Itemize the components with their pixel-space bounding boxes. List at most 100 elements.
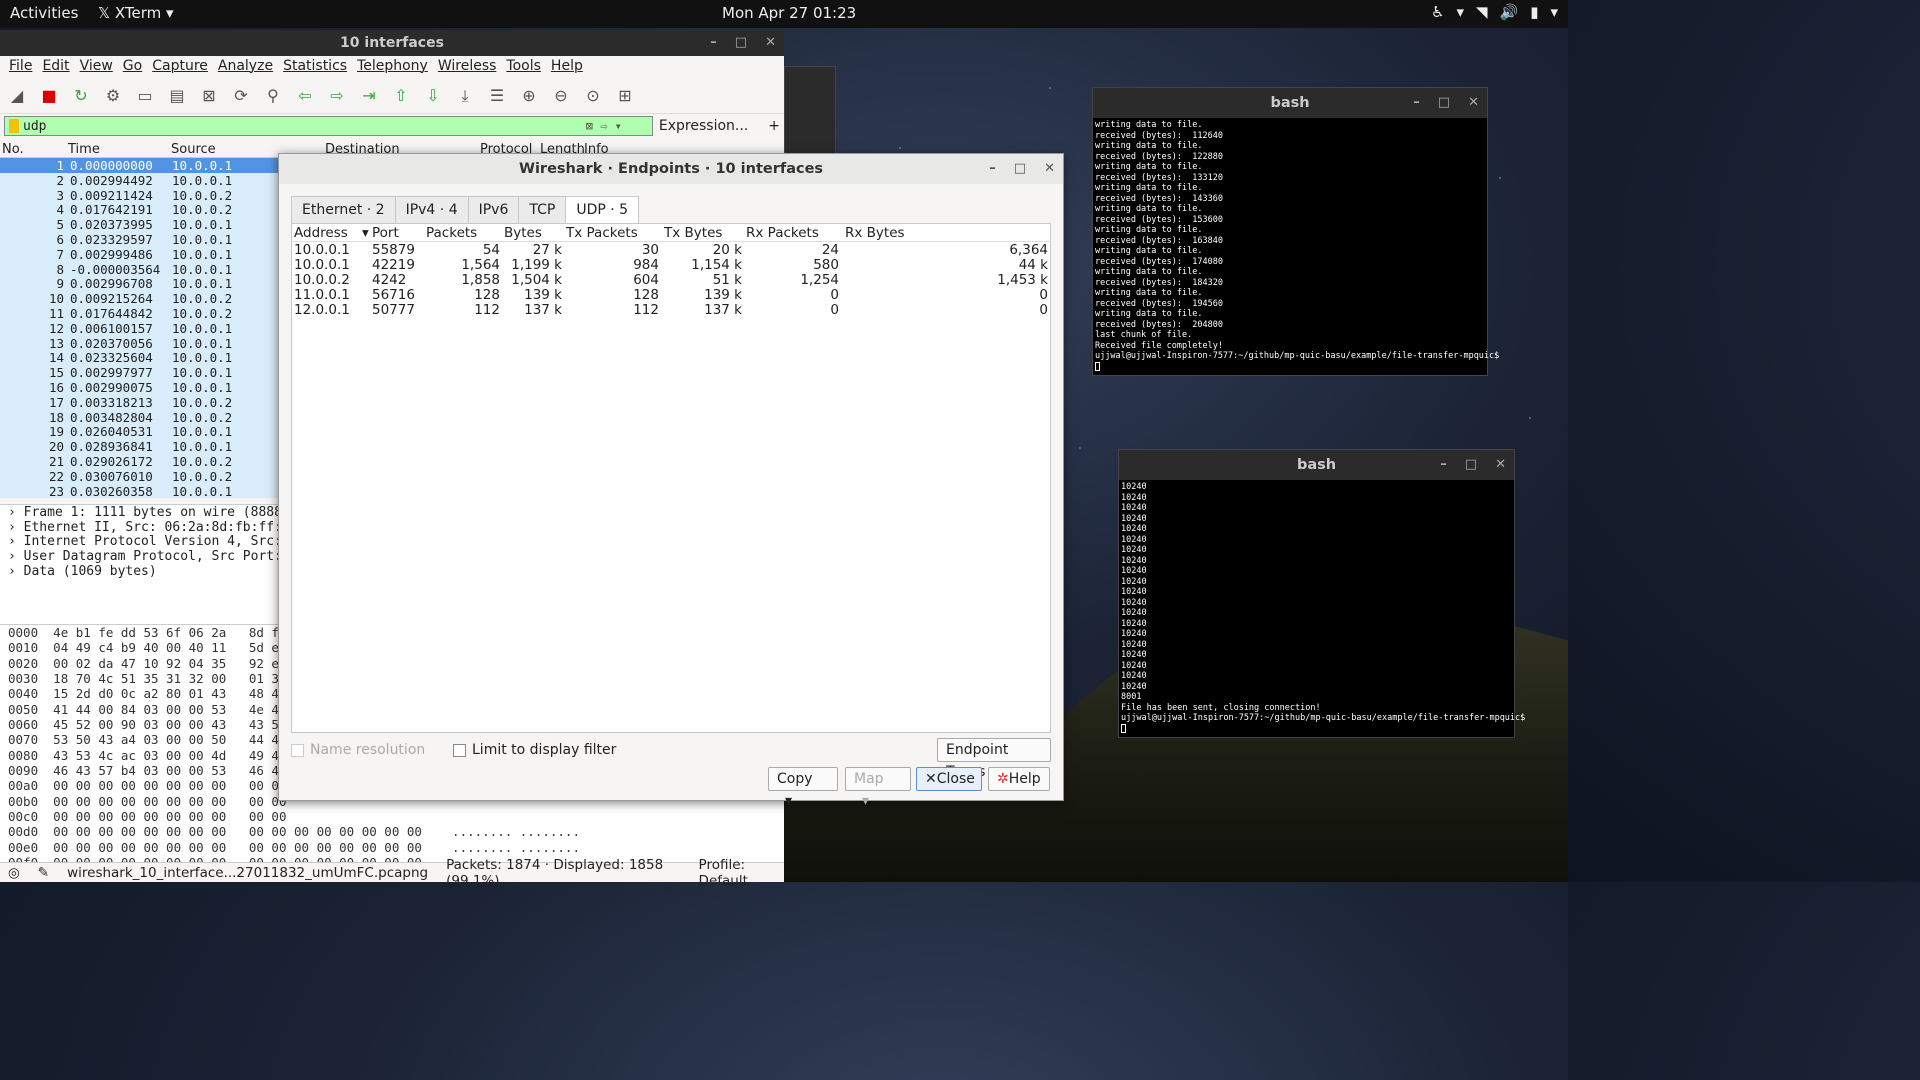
wireshark-titlebar[interactable]: 10 interfaces – □ ✕ (0, 30, 784, 56)
expression-button[interactable]: Expression... (659, 118, 748, 134)
packet-row[interactable]: 4 0.017642191 10.0.0.2 (0, 202, 278, 217)
copy-button[interactable]: Copy ▾ (768, 767, 838, 809)
go-forward-icon[interactable]: ⇨ (324, 83, 350, 109)
reload-file-icon[interactable]: ⟳ (228, 83, 254, 109)
packet-details[interactable]: › Frame 1: 1111 bytes on wire (8888 b › E… (0, 504, 278, 624)
maximize-icon[interactable]: □ (1465, 450, 1477, 480)
hex-row[interactable]: 00c0 00 00 00 00 00 00 00 00 00 00 (0, 809, 784, 824)
packet-row[interactable]: 11 0.017644842 10.0.0.2 (0, 306, 278, 321)
packet-row[interactable]: 1 0.000000000 10.0.0.1 (0, 158, 278, 173)
col-source[interactable]: Source (171, 142, 216, 157)
packet-row[interactable]: 14 0.023325604 10.0.0.1 (0, 350, 278, 365)
col-tx-packets[interactable]: Tx Packets (566, 225, 638, 241)
volume-icon[interactable]: 🔊 (1500, 3, 1519, 21)
battery-icon[interactable]: ▮ (1530, 3, 1538, 21)
accessibility-icon[interactable]: ♿ (1431, 3, 1444, 21)
col-rx-packets[interactable]: Rx Packets (746, 225, 819, 241)
minimize-icon[interactable]: – (710, 30, 717, 56)
packet-row[interactable]: 22 0.030076010 10.0.0.2 (0, 469, 278, 484)
capture-options-icon[interactable]: ⚙ (100, 83, 126, 109)
last-packet-icon[interactable]: ⇩ (420, 83, 446, 109)
packet-row[interactable]: 21 0.029026172 10.0.0.2 (0, 454, 278, 469)
colorize-icon[interactable]: ☰ (484, 83, 510, 109)
menu-statistics[interactable]: Statistics (278, 56, 352, 78)
packet-row[interactable]: 3 0.009211424 10.0.0.2 (0, 188, 278, 203)
close-icon[interactable]: ✕ (1495, 450, 1506, 480)
cursor-line[interactable] (1121, 723, 1512, 735)
col-tx-bytes[interactable]: Tx Bytes (664, 225, 722, 241)
endpoint-types-button[interactable]: Endpoint Types ▾ (937, 738, 1051, 780)
packet-list[interactable]: 1 0.000000000 10.0.0.1 2 0.002994492 10.0.0.1… (0, 158, 278, 498)
shark-fin-start-icon[interactable]: ◢ (4, 83, 30, 109)
name-resolution-checkbox[interactable]: Name resolution (291, 742, 425, 758)
maximize-icon[interactable]: □ (1014, 154, 1026, 184)
clock[interactable]: Mon Apr 27 01:23 (722, 4, 856, 22)
clear-filter-icon[interactable]: ⊠ ⇨ ▾ (586, 119, 622, 133)
maximize-icon[interactable]: □ (735, 30, 747, 56)
first-packet-icon[interactable]: ⇧ (388, 83, 414, 109)
find-packet-icon[interactable]: ⚲ (260, 83, 286, 109)
expand-arrow-icon[interactable]: › (8, 549, 24, 564)
cursor-line[interactable] (1095, 361, 1485, 373)
menu-tools[interactable]: Tools (501, 56, 546, 78)
detail-row[interactable]: › Frame 1: 1111 bytes on wire (8888 b (0, 505, 278, 520)
hex-row[interactable]: 00d0 00 00 00 00 00 00 00 00 00 00 00 00… (0, 824, 784, 839)
tab-ipv4[interactable]: IPv4 · 4 (394, 196, 469, 224)
open-file-icon[interactable]: ▭ (132, 83, 158, 109)
col-no[interactable]: No. (2, 142, 24, 157)
tab-ipv6[interactable]: IPv6 (467, 196, 520, 224)
close-icon[interactable]: ✕ (1468, 88, 1479, 118)
detail-row[interactable]: › Data (1069 bytes) (0, 564, 278, 579)
background-window[interactable] (784, 66, 836, 156)
zoom-out-icon[interactable]: ⊖ (548, 83, 574, 109)
menu-file[interactable]: File (4, 56, 37, 78)
menu-view[interactable]: View (75, 56, 118, 78)
help-button[interactable]: ✲Help (988, 767, 1050, 791)
tab-tcp[interactable]: TCP (518, 196, 567, 224)
packet-row[interactable]: 5 0.020373995 10.0.0.1 (0, 217, 278, 232)
close-icon[interactable]: ✕ (765, 30, 776, 56)
autoscroll-icon[interactable]: ⤓ (452, 83, 478, 109)
endpoint-row[interactable]: 10.0.0.1 42219 1,564 1,199 k 984 1,154 k 580 44… (292, 257, 1050, 273)
menu-go[interactable]: Go (118, 56, 147, 78)
minimize-icon[interactable]: – (1440, 450, 1447, 480)
limit-filter-checkbox[interactable]: Limit to display filter (453, 742, 616, 758)
col-port[interactable]: Port (372, 225, 399, 241)
add-filter-button[interactable]: + (768, 118, 780, 134)
save-file-icon[interactable]: ▤ (164, 83, 190, 109)
endpoint-row[interactable]: 10.0.0.1 55879 54 27 k 30 20 k 24 6,364 (292, 242, 1050, 258)
edit-comment-icon[interactable]: ✎ (38, 865, 49, 881)
menu-telephony[interactable]: Telephony (352, 56, 433, 78)
endpoints-titlebar[interactable]: Wireshark · Endpoints · 10 interfaces – … (279, 154, 1063, 184)
bash-titlebar[interactable]: bash – □ ✕ (1093, 88, 1487, 118)
close-icon[interactable]: ✕ (1044, 154, 1055, 184)
endpoint-row[interactable]: 12.0.0.1 50777 112 137 k 112 137 k00 (292, 302, 1050, 318)
detail-row[interactable]: › Ethernet II, Src: 06:2a:8d:fb:ff:59 (0, 520, 278, 535)
menu-analyze[interactable]: Analyze (213, 56, 278, 78)
bash-titlebar[interactable]: bash – □ ✕ (1119, 450, 1514, 480)
bookmark-icon[interactable] (9, 119, 19, 133)
menu-edit[interactable]: Edit (37, 56, 74, 78)
detail-row[interactable]: › User Datagram Protocol, Src Port: 5 (0, 549, 278, 564)
col-packets[interactable]: Packets (426, 225, 477, 241)
packet-row[interactable]: 2 0.002994492 10.0.0.1 (0, 173, 278, 188)
menu-capture[interactable]: Capture (147, 56, 213, 78)
terminal-output[interactable]: 10240 10240 10240 10240 10240 10240 10240 10240… (1119, 480, 1525, 736)
chevron-down-icon[interactable]: ▾ (1550, 3, 1558, 21)
detail-row[interactable]: › Internet Protocol Version 4, Src: 1 (0, 534, 278, 549)
go-back-icon[interactable]: ⇦ (292, 83, 318, 109)
packet-row[interactable]: 6 0.023329597 10.0.0.1 (0, 232, 278, 247)
packet-row[interactable]: 17 0.003318213 10.0.0.2 (0, 395, 278, 410)
map-button[interactable]: Map ▾ (845, 767, 911, 809)
packet-row[interactable]: 9 0.002996708 10.0.0.1 (0, 276, 278, 291)
app-menu[interactable]: 𝕏 XTerm ▾ (98, 4, 174, 22)
packet-row[interactable]: 20 0.028936841 10.0.0.1 (0, 439, 278, 454)
tab-udp[interactable]: UDP · 5 (565, 196, 640, 224)
packet-row[interactable]: 16 0.002990075 10.0.0.1 (0, 380, 278, 395)
restart-capture-icon[interactable]: ↻ (68, 83, 94, 109)
go-to-packet-icon[interactable]: ⇥ (356, 83, 382, 109)
packet-row[interactable]: 12 0.006100157 10.0.0.1 (0, 321, 278, 336)
packet-row[interactable]: 15 0.002997977 10.0.0.1 (0, 365, 278, 380)
expand-arrow-icon[interactable]: › (8, 534, 24, 549)
minimize-icon[interactable]: – (1413, 88, 1420, 118)
